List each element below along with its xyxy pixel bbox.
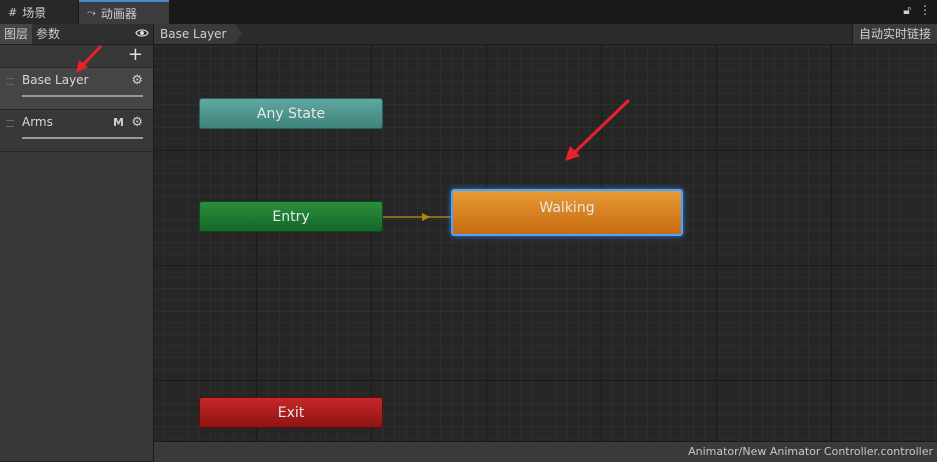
state-entry[interactable]: Entry xyxy=(199,201,383,232)
tab-animator-label: 动画器 xyxy=(100,6,137,21)
tab-animator[interactable]: ⤳ 动画器 xyxy=(79,0,169,24)
auto-live-link-button[interactable]: 自动实时链接 xyxy=(851,24,937,44)
tab-layers[interactable]: 图层 xyxy=(0,24,33,44)
breadcrumb[interactable]: Base Layer xyxy=(154,24,235,44)
kebab-menu-icon[interactable]: ⋮ xyxy=(919,3,931,18)
grid-icon: # xyxy=(8,5,18,19)
state-walking[interactable]: Walking xyxy=(451,189,683,236)
eye-icon[interactable] xyxy=(135,26,149,40)
transition-line[interactable] xyxy=(383,216,451,218)
mask-badge: M xyxy=(113,116,124,129)
tab-parameters[interactable]: 参数 xyxy=(32,24,64,44)
status-bar: Animator/New Animator Controller.control… xyxy=(154,441,937,462)
layer-item-arms[interactable]: Arms M ⚙ xyxy=(0,110,153,152)
gear-icon[interactable]: ⚙ xyxy=(131,73,143,88)
layer-name: Base Layer xyxy=(22,73,89,87)
controller-path: Animator/New Animator Controller.control… xyxy=(688,445,933,458)
drag-handle-icon[interactable] xyxy=(6,78,14,85)
layer-weight-bar[interactable] xyxy=(22,137,143,139)
sidebar-tabs: 图层 参数 xyxy=(0,24,153,45)
lock-icon[interactable]: 🔓︎ xyxy=(903,3,911,18)
tab-scene-label: 场景 xyxy=(22,5,47,20)
add-layer-row: + xyxy=(0,45,153,68)
state-machine-graph[interactable]: Any State Entry Walking Exit xyxy=(154,45,937,441)
layer-item-base-layer[interactable]: Base Layer ⚙ xyxy=(0,68,153,110)
tab-scene[interactable]: # 场景 xyxy=(0,0,78,24)
breadcrumb-bar: Base Layer 自动实时链接 xyxy=(154,24,937,45)
gear-icon[interactable]: ⚙ xyxy=(131,115,143,130)
transition-arrow-icon xyxy=(422,213,430,221)
drag-handle-icon[interactable] xyxy=(6,120,14,127)
window-controls: 🔓︎ ⋮ xyxy=(903,3,931,18)
layers-panel: 图层 参数 + Base Layer ⚙ Arms M ⚙ xyxy=(0,24,154,461)
layer-weight-bar[interactable] xyxy=(22,95,143,97)
layer-name: Arms xyxy=(22,115,53,129)
state-any-state[interactable]: Any State xyxy=(199,98,383,129)
plus-icon[interactable]: + xyxy=(128,46,143,64)
breadcrumb-arrow xyxy=(235,24,242,44)
window-tab-bar: # 场景 ⤳ 动画器 🔓︎ ⋮ xyxy=(0,0,937,25)
animator-icon: ⤳ xyxy=(87,6,96,19)
state-exit[interactable]: Exit xyxy=(199,397,383,428)
